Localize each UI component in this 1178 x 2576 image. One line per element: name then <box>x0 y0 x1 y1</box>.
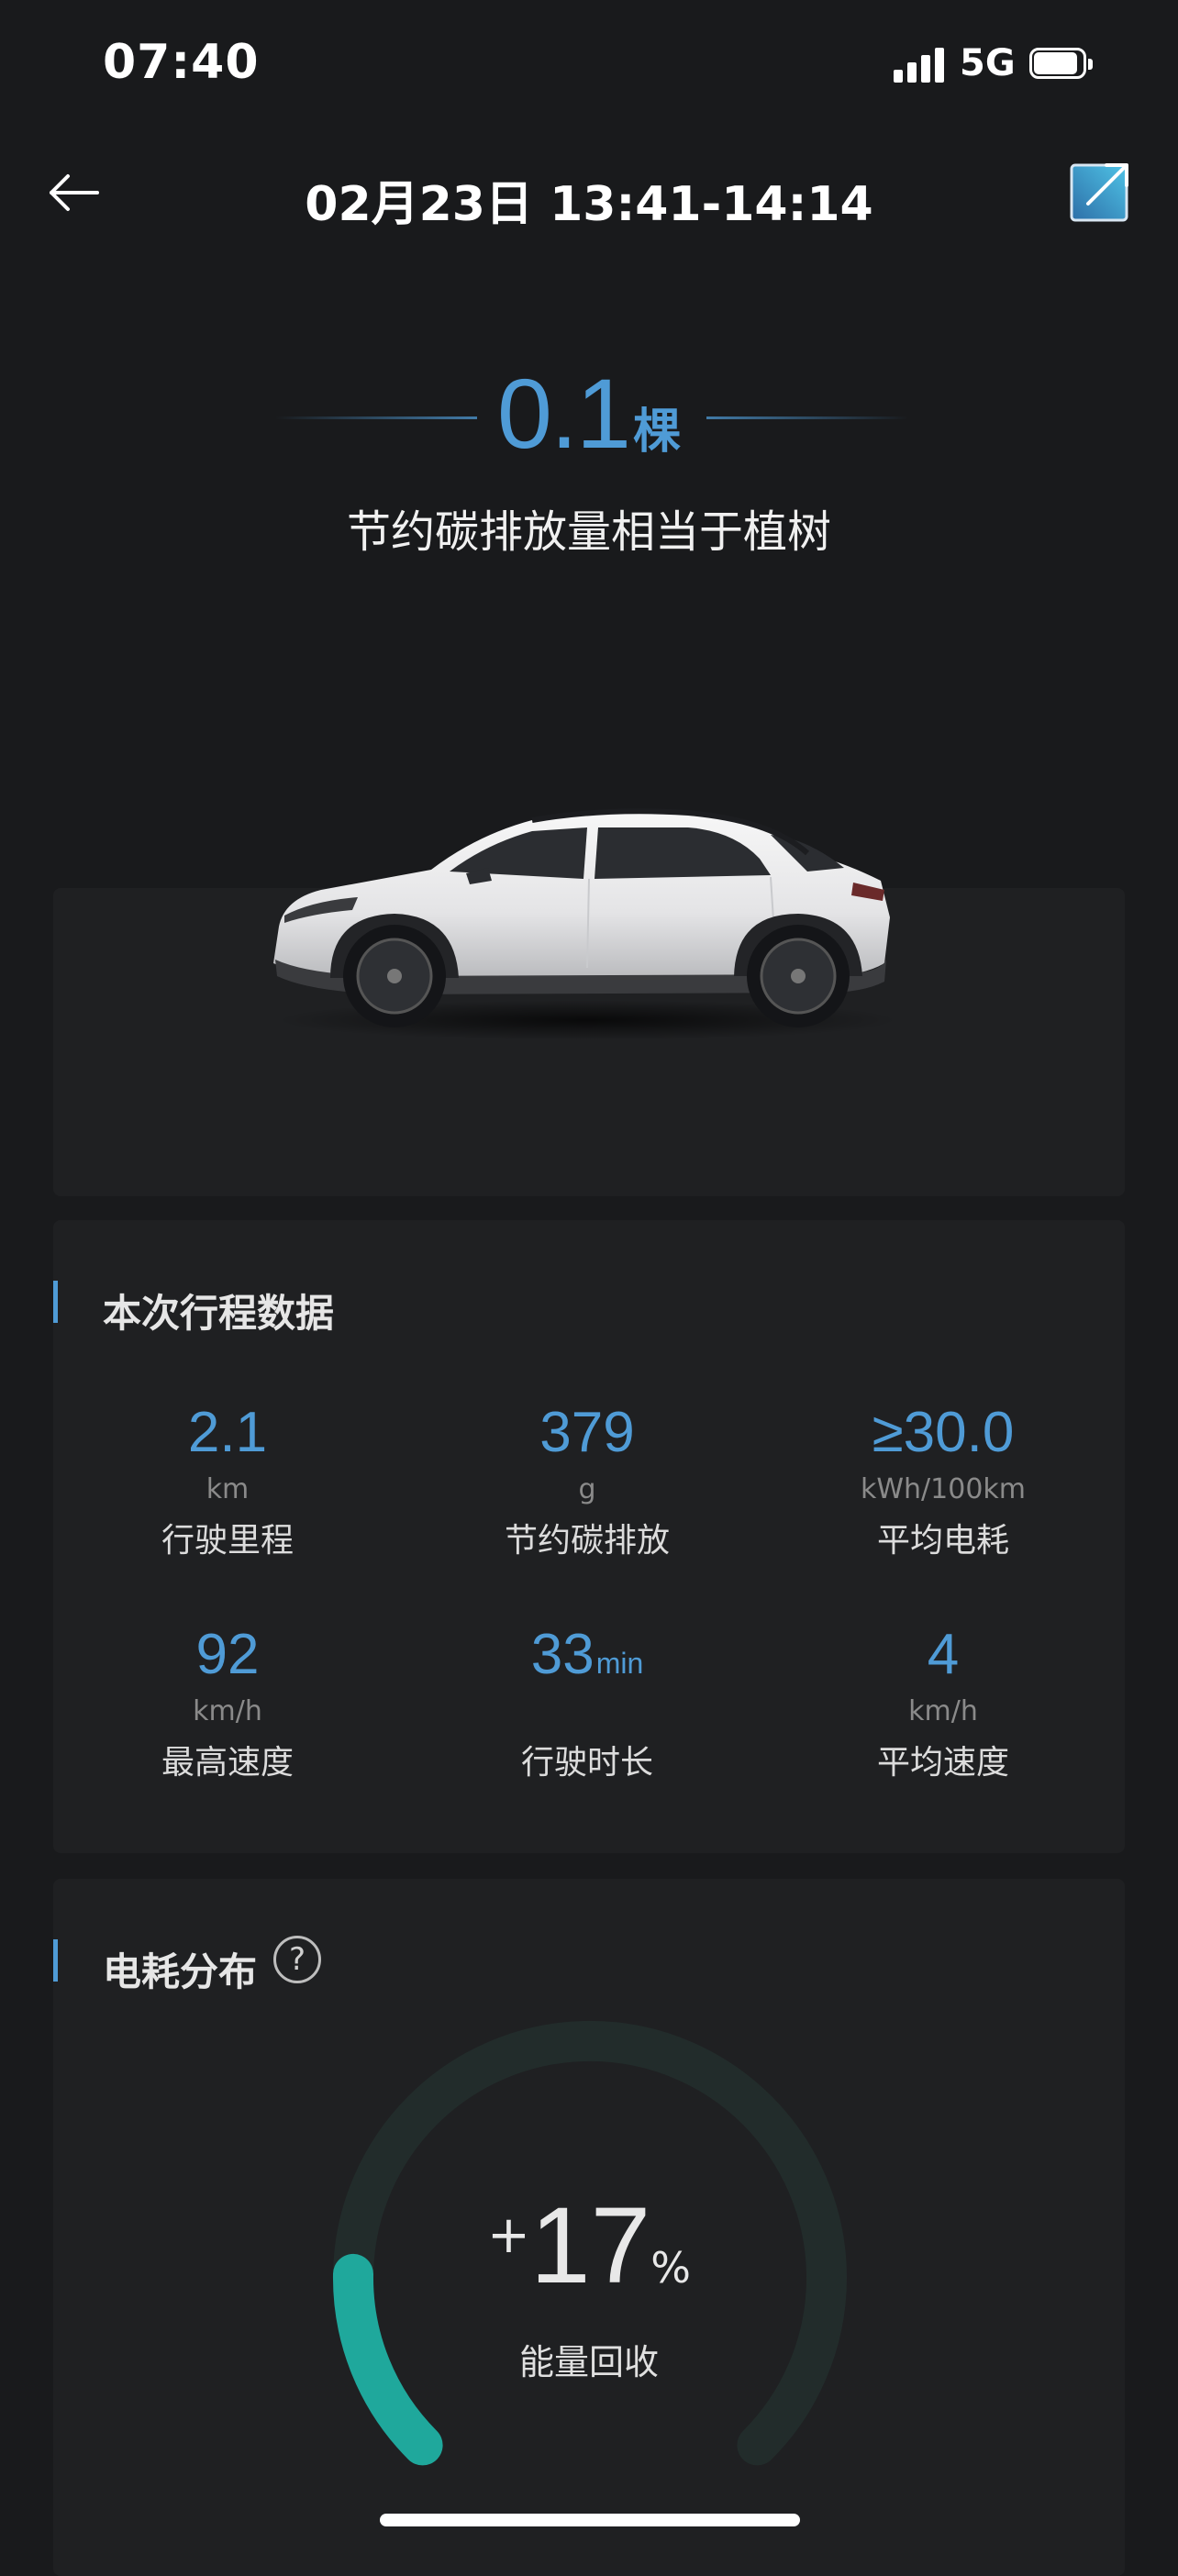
energy-recovery-value: +17% <box>53 2183 1125 2308</box>
tree-equivalent: 0.1棵 <box>0 356 1178 471</box>
energy-distribution-card: 电耗分布 ? +17% 能量回收 <box>53 1879 1125 2576</box>
tree-count-unit: 棵 <box>633 405 682 460</box>
stat-label: 行驶里程 <box>161 1522 294 1560</box>
battery-icon <box>1029 48 1095 83</box>
share-export-icon <box>1070 163 1128 222</box>
stat-unit: km/h <box>193 1695 262 1727</box>
stat-duration: 33min 行驶时长 <box>413 1622 761 1783</box>
stat-unit: km <box>206 1473 250 1505</box>
nav-bar: 02月23日 13:41-14:14 <box>0 138 1178 248</box>
stat-max-speed: 92 km/h 最高速度 <box>53 1622 402 1783</box>
trip-data-card: 本次行程数据 2.1 km 行驶里程 379 g 节约碳排放 ≥30.0 kWh… <box>53 1220 1125 1853</box>
stat-value: 4 <box>927 1623 960 1686</box>
tree-equivalent-caption: 节约碳排放量相当于植树 <box>346 506 831 558</box>
stat-duration-number: 33 <box>530 1623 595 1686</box>
stat-unit: g <box>578 1473 596 1505</box>
status-bar: 07:40 5G <box>0 0 1178 128</box>
stat-unit: kWh/100km <box>860 1473 1026 1505</box>
stat-value: ≥30.0 <box>872 1401 1015 1464</box>
question-circle-icon[interactable]: ? <box>273 1936 321 1983</box>
gauge-sign: + <box>487 2205 530 2265</box>
stat-unit-empty <box>413 1693 761 1730</box>
stat-label: 最高速度 <box>161 1744 294 1782</box>
stat-avg-speed: 4 km/h 平均速度 <box>769 1622 1117 1783</box>
stat-value: 92 <box>195 1623 260 1686</box>
section-accent-bar <box>53 1939 58 1982</box>
stat-label: 节约碳排放 <box>504 1522 670 1560</box>
stat-duration-unit: min <box>595 1647 644 1680</box>
stat-value: 379 <box>539 1401 635 1464</box>
section-accent-bar <box>53 1281 58 1323</box>
share-button[interactable] <box>1068 156 1136 224</box>
cellular-signal-icon <box>894 48 947 83</box>
trip-data-title: 本次行程数据 <box>103 1291 335 1336</box>
gauge-percent: 17 <box>529 2185 651 2306</box>
tree-count-value: 0.1 <box>496 358 631 469</box>
status-time: 07:40 <box>103 35 260 90</box>
stat-label: 平均电耗 <box>876 1522 1009 1560</box>
stat-avg-consumption: ≥30.0 kWh/100km 平均电耗 <box>769 1400 1117 1561</box>
stat-distance: 2.1 km 行驶里程 <box>53 1400 402 1561</box>
car-image <box>273 808 899 1040</box>
network-type: 5G <box>960 42 1016 84</box>
stat-carbon-saved: 379 g 节约碳排放 <box>413 1400 761 1561</box>
stat-value: 33min <box>413 1622 761 1688</box>
stat-unit: km/h <box>908 1695 978 1727</box>
gauge-label: 能量回收 <box>518 2342 659 2382</box>
stat-value: 2.1 <box>187 1401 268 1464</box>
energy-distribution-title: 电耗分布 <box>103 1949 258 1994</box>
gauge-percent-unit: % <box>650 2243 691 2293</box>
page-title: 02月23日 13:41-14:14 <box>305 177 873 232</box>
stat-label: 行驶时长 <box>520 1744 653 1782</box>
stat-label: 平均速度 <box>876 1744 1009 1782</box>
home-indicator[interactable] <box>380 2514 800 2526</box>
